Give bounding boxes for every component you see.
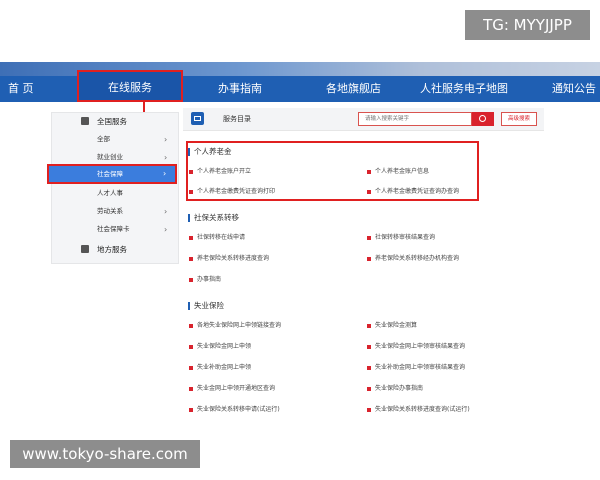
service-link[interactable]: 失业保险金测算	[367, 321, 417, 331]
nav-notice[interactable]: 通知公告	[552, 76, 596, 102]
nav-guide[interactable]: 办事指南	[218, 76, 262, 102]
service-link[interactable]: 失业补助金网上申领审核结果查询	[367, 363, 465, 373]
service-link[interactable]: 养老保险关系转移进度查询	[189, 254, 269, 264]
service-link[interactable]: 失业补助金网上申领	[189, 363, 251, 373]
service-link[interactable]: 失业保险金网上申领审核结果查询	[367, 342, 465, 352]
advanced-search-button[interactable]: 高级搜索	[501, 112, 537, 126]
service-link[interactable]: 失业金网上申领开通地区查询	[189, 384, 275, 394]
local-service-icon	[81, 245, 89, 253]
directory-icon	[191, 112, 204, 125]
service-link[interactable]: 社保转移审核结果查询	[367, 233, 435, 243]
national-service-icon	[81, 117, 89, 125]
sidebar-item[interactable]: 人才人事	[52, 185, 178, 202]
nav-flagship[interactable]: 各地旗舰店	[326, 76, 381, 102]
highlight-box	[186, 141, 479, 201]
service-link[interactable]: 办事指南	[189, 275, 221, 285]
sidebar-item[interactable]: 全部 ›	[52, 131, 178, 148]
chevron-right-icon: ›	[164, 207, 168, 216]
sidebar-item[interactable]: 劳动关系 ›	[52, 203, 178, 220]
sidebar-footer[interactable]: 地方服务	[52, 241, 178, 258]
section-title: 社保关系转移	[188, 212, 239, 224]
service-sidebar: 全国服务 全部 › 就业创业 › 人才人事 劳动关系 › 社会保障卡 › 地方服务	[51, 112, 179, 264]
chevron-right-icon: ›	[164, 135, 168, 144]
search-input[interactable]	[358, 112, 472, 126]
service-link[interactable]: 养老保险关系转移经办机构查询	[367, 254, 459, 264]
tg-label: TG: MYYJJPP	[465, 10, 590, 40]
sidebar-header[interactable]: 全国服务	[52, 113, 178, 130]
nav-home[interactable]: 首 页	[8, 76, 34, 102]
nav-map[interactable]: 人社服务电子地图	[420, 76, 508, 102]
search-icon[interactable]	[472, 112, 494, 126]
service-link[interactable]: 各地失业保险网上申领链接查询	[189, 321, 281, 331]
section-title: 失业保险	[188, 300, 224, 312]
service-link[interactable]: 失业保险金网上申领	[189, 342, 251, 352]
service-link[interactable]: 失业保险办事指南	[367, 384, 423, 394]
service-link[interactable]: 失业保险关系转移进度查询(试运行)	[367, 405, 470, 415]
sidebar-item[interactable]: 社会保障卡 ›	[52, 221, 178, 238]
directory-title: 服务目录	[223, 115, 251, 123]
sidebar-item-social-security[interactable]: 社会保障 ›	[47, 164, 177, 184]
service-link[interactable]: 社保转移在线申请	[189, 233, 245, 243]
watermark-text: www.tokyo-share.com	[10, 440, 200, 468]
chevron-right-icon: ›	[163, 169, 167, 178]
chevron-right-icon: ›	[164, 225, 168, 234]
nav-online-service[interactable]: 在线服务	[77, 70, 183, 102]
directory-toolbar: 服务目录 高级搜索	[183, 108, 544, 131]
service-link[interactable]: 失业保险关系转移申请(试运行)	[189, 405, 280, 415]
